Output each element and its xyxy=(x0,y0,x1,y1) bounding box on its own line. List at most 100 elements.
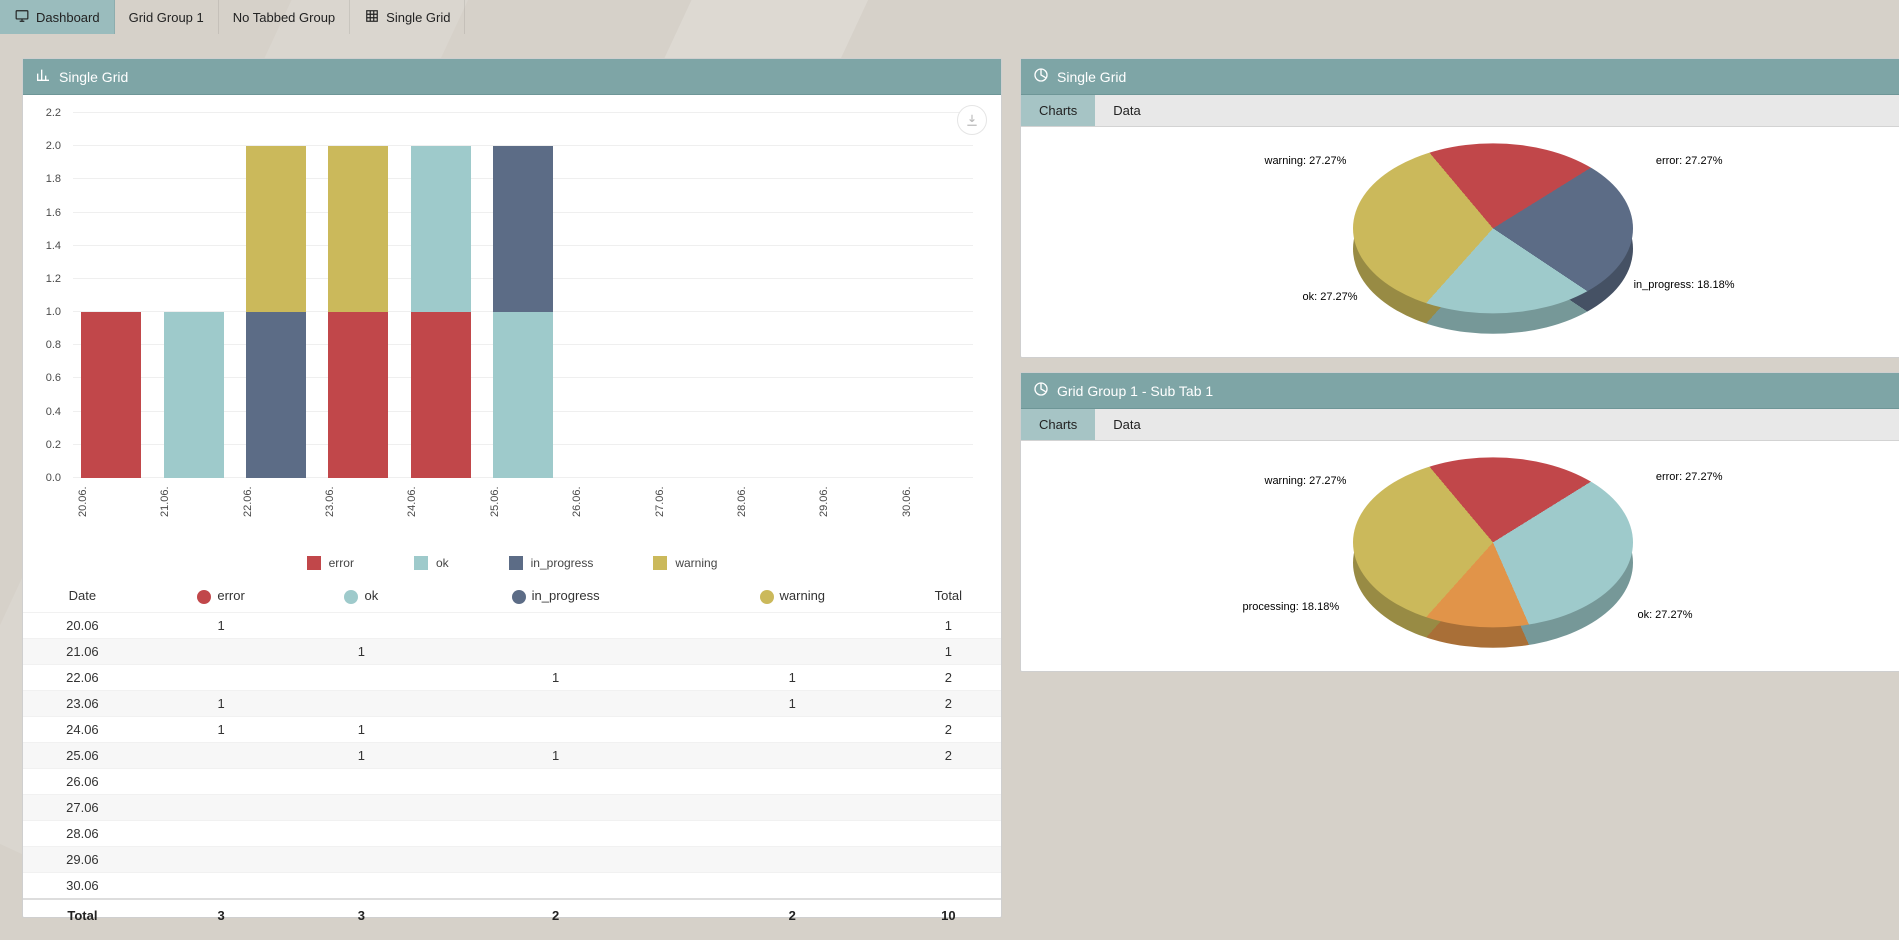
table-row: 30.06 xyxy=(23,872,1001,899)
x-category-label: 24.06. xyxy=(406,484,474,520)
table-cell: 29.06 xyxy=(23,846,142,872)
y-tick: 1.8 xyxy=(46,173,61,185)
y-tick: 1.6 xyxy=(46,207,61,219)
table-cell xyxy=(300,612,422,638)
bar-slot: 21.06. xyxy=(159,312,227,478)
table-cell xyxy=(896,872,1001,899)
table-cell xyxy=(422,716,689,742)
table-row: 22.06112 xyxy=(23,664,1001,690)
table-header-row: Dateerrorokin_progresswarningTotal xyxy=(23,580,1001,612)
legend-item-ok[interactable]: ok xyxy=(414,556,449,570)
pie-label-error: error: 27.27% xyxy=(1656,155,1723,167)
table-cell xyxy=(300,794,422,820)
bar-chart-yaxis: 0.00.20.40.60.81.01.21.41.61.82.02.2 xyxy=(23,113,67,478)
subtab-charts[interactable]: Charts xyxy=(1021,409,1095,440)
legend-item-warning[interactable]: warning xyxy=(653,556,717,570)
x-category-label: 25.06. xyxy=(489,484,557,520)
y-tick: 0.4 xyxy=(46,406,61,418)
table-row: 23.06112 xyxy=(23,690,1001,716)
x-category-label: 23.06. xyxy=(324,484,392,520)
bar-segment-error[interactable] xyxy=(411,312,471,478)
data-table: Dateerrorokin_progresswarningTotal 20.06… xyxy=(23,580,1001,931)
table-cell xyxy=(896,768,1001,794)
table-cell xyxy=(142,872,301,899)
bar-slot: 22.06. xyxy=(242,146,310,478)
table-cell: 2 xyxy=(896,690,1001,716)
grid-icon xyxy=(364,9,380,26)
bar-slot: 23.06. xyxy=(324,146,392,478)
nav-tab-label: Single Grid xyxy=(386,10,450,25)
pie-label-error: error: 27.27% xyxy=(1656,471,1723,483)
table-row: 28.06 xyxy=(23,820,1001,846)
subtab-charts[interactable]: Charts xyxy=(1021,95,1095,126)
pie-disc[interactable] xyxy=(1353,143,1633,313)
pie-label-ok: ok: 27.27% xyxy=(1303,291,1358,303)
nav-tab-single-grid[interactable]: Single Grid xyxy=(350,0,465,34)
col-header: in_progress xyxy=(422,580,689,612)
monitor-icon xyxy=(14,9,30,26)
legend-item-in_progress[interactable]: in_progress xyxy=(509,556,594,570)
table-cell xyxy=(142,820,301,846)
table-cell: 28.06 xyxy=(23,820,142,846)
nav-tab-grid-group-1[interactable]: Grid Group 1 xyxy=(115,0,219,34)
table-footer-cell: 3 xyxy=(300,899,422,931)
bar-segment-warning[interactable] xyxy=(246,146,306,312)
download-button[interactable] xyxy=(957,105,987,135)
pie-label-warning: warning: 27.27% xyxy=(1265,475,1347,487)
table-cell xyxy=(142,742,301,768)
pie-label-warning: warning: 27.27% xyxy=(1265,155,1347,167)
x-category-label: 29.06. xyxy=(818,484,886,520)
table-footer-cell: 2 xyxy=(422,899,689,931)
pie-disc[interactable] xyxy=(1353,457,1633,627)
table-footer-cell: Total xyxy=(23,899,142,931)
y-tick: 1.4 xyxy=(46,240,61,252)
pie-chart: error: 27.27%ok: 27.27%processing: 18.18… xyxy=(1323,441,1663,671)
table-cell xyxy=(142,794,301,820)
table-cell: 2 xyxy=(896,716,1001,742)
nav-tab-label: Dashboard xyxy=(36,10,100,25)
bar-segment-ok[interactable] xyxy=(493,312,553,478)
nav-tab-label: Grid Group 1 xyxy=(129,10,204,25)
y-tick: 0.6 xyxy=(46,372,61,384)
table-cell xyxy=(422,612,689,638)
panel-title: Grid Group 1 - Sub Tab 1 xyxy=(1057,383,1213,399)
bar-segment-warning[interactable] xyxy=(328,146,388,312)
x-category-label: 21.06. xyxy=(159,484,227,520)
bar-slot: 25.06. xyxy=(489,146,557,478)
y-tick: 0.2 xyxy=(46,439,61,451)
table-cell: 1 xyxy=(896,638,1001,664)
table-cell xyxy=(422,846,689,872)
x-category-label: 20.06. xyxy=(77,484,145,520)
y-tick: 1.0 xyxy=(46,306,61,318)
subtab-data[interactable]: Data xyxy=(1095,95,1158,126)
barchart-icon xyxy=(35,67,51,86)
bar-segment-ok[interactable] xyxy=(411,146,471,312)
table-row: 29.06 xyxy=(23,846,1001,872)
nav-tab-no-tabbed-group[interactable]: No Tabbed Group xyxy=(219,0,350,34)
table-cell xyxy=(300,768,422,794)
subtab-data[interactable]: Data xyxy=(1095,409,1158,440)
bar-segment-in_progress[interactable] xyxy=(493,146,553,312)
bar-segment-ok[interactable] xyxy=(164,312,224,478)
nav-tab-dashboard[interactable]: Dashboard xyxy=(0,0,115,34)
bar-chart-plot-area: 20.06.21.06.22.06.23.06.24.06.25.06.26.0… xyxy=(73,113,973,478)
table-cell: 1 xyxy=(422,742,689,768)
table-cell xyxy=(896,820,1001,846)
panel-header: Single Grid xyxy=(23,59,1001,95)
table-cell xyxy=(896,846,1001,872)
pie-label-ok: ok: 27.27% xyxy=(1637,609,1692,621)
legend-item-error[interactable]: error xyxy=(307,556,354,570)
col-header: Date xyxy=(23,580,142,612)
bar-segment-error[interactable] xyxy=(328,312,388,478)
bar-segment-in_progress[interactable] xyxy=(246,312,306,478)
table-cell xyxy=(689,872,896,899)
table-cell: 1 xyxy=(689,690,896,716)
bar-segment-error[interactable] xyxy=(81,312,141,478)
table-footer-cell: 3 xyxy=(142,899,301,931)
y-tick: 0.8 xyxy=(46,339,61,351)
pie-label-processing: processing: 18.18% xyxy=(1243,601,1340,613)
bar-chart-bars: 20.06.21.06.22.06.23.06.24.06.25.06.26.0… xyxy=(73,113,973,478)
col-header: ok xyxy=(300,580,422,612)
y-tick: 1.2 xyxy=(46,273,61,285)
x-category-label: 27.06. xyxy=(654,484,722,520)
